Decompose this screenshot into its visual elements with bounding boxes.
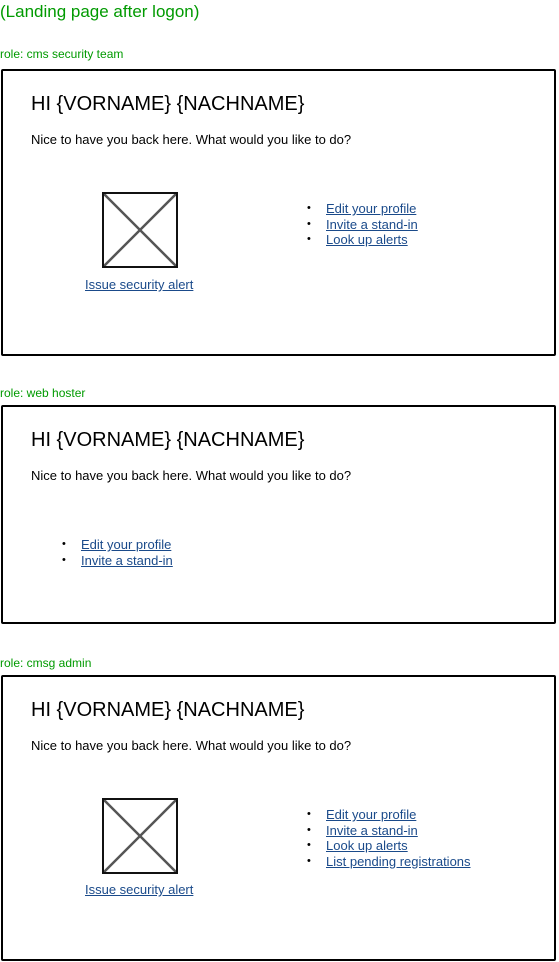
image-placeholder-icon[interactable] xyxy=(102,192,178,268)
landing-panel-web-hoster: HI {VORNAME} {NACHNAME} Nice to have you… xyxy=(1,405,556,624)
list-item: Invite a stand-in xyxy=(307,823,471,839)
list-item: List pending registrations xyxy=(307,854,471,870)
intro-text: Nice to have you back here. What would y… xyxy=(31,132,352,147)
image-placeholder-icon[interactable] xyxy=(102,798,178,874)
issue-security-alert-link[interactable]: Issue security alert xyxy=(85,277,193,292)
list-item: Edit your profile xyxy=(307,807,471,823)
action-list: Edit your profile Invite a stand-in Look… xyxy=(307,201,418,248)
role-label-cms-security-team: role: cms security team xyxy=(0,47,124,61)
page-title: (Landing page after logon) xyxy=(0,2,200,21)
greeting-heading: HI {VORNAME} {NACHNAME} xyxy=(31,699,305,721)
look-up-alerts-link[interactable]: Look up alerts xyxy=(326,838,408,853)
issue-security-alert-link[interactable]: Issue security alert xyxy=(85,882,193,897)
edit-profile-link[interactable]: Edit your profile xyxy=(326,201,416,216)
invite-stand-in-link[interactable]: Invite a stand-in xyxy=(81,553,173,568)
greeting-heading: HI {VORNAME} {NACHNAME} xyxy=(31,429,305,451)
action-list: Edit your profile Invite a stand-in xyxy=(62,537,173,568)
look-up-alerts-link[interactable]: Look up alerts xyxy=(326,232,408,247)
role-label-cmsg-admin: role: cmsg admin xyxy=(0,656,92,670)
role-label-web-hoster: role: web hoster xyxy=(0,386,86,400)
edit-profile-link[interactable]: Edit your profile xyxy=(326,807,416,822)
edit-profile-link[interactable]: Edit your profile xyxy=(81,537,171,552)
list-item: Invite a stand-in xyxy=(307,217,418,233)
list-item: Edit your profile xyxy=(307,201,418,217)
invite-stand-in-link[interactable]: Invite a stand-in xyxy=(326,217,418,232)
action-list: Edit your profile Invite a stand-in Look… xyxy=(307,807,471,869)
landing-panel-cmsg-admin: HI {VORNAME} {NACHNAME} Nice to have you… xyxy=(1,675,556,961)
list-pending-registrations-link[interactable]: List pending registrations xyxy=(326,854,471,869)
greeting-heading: HI {VORNAME} {NACHNAME} xyxy=(31,93,305,115)
landing-panel-cms-security-team: HI {VORNAME} {NACHNAME} Nice to have you… xyxy=(1,69,556,356)
list-item: Edit your profile xyxy=(62,537,173,553)
intro-text: Nice to have you back here. What would y… xyxy=(31,738,352,753)
list-item: Invite a stand-in xyxy=(62,553,173,569)
list-item: Look up alerts xyxy=(307,838,471,854)
intro-text: Nice to have you back here. What would y… xyxy=(31,468,352,483)
invite-stand-in-link[interactable]: Invite a stand-in xyxy=(326,823,418,838)
list-item: Look up alerts xyxy=(307,232,418,248)
